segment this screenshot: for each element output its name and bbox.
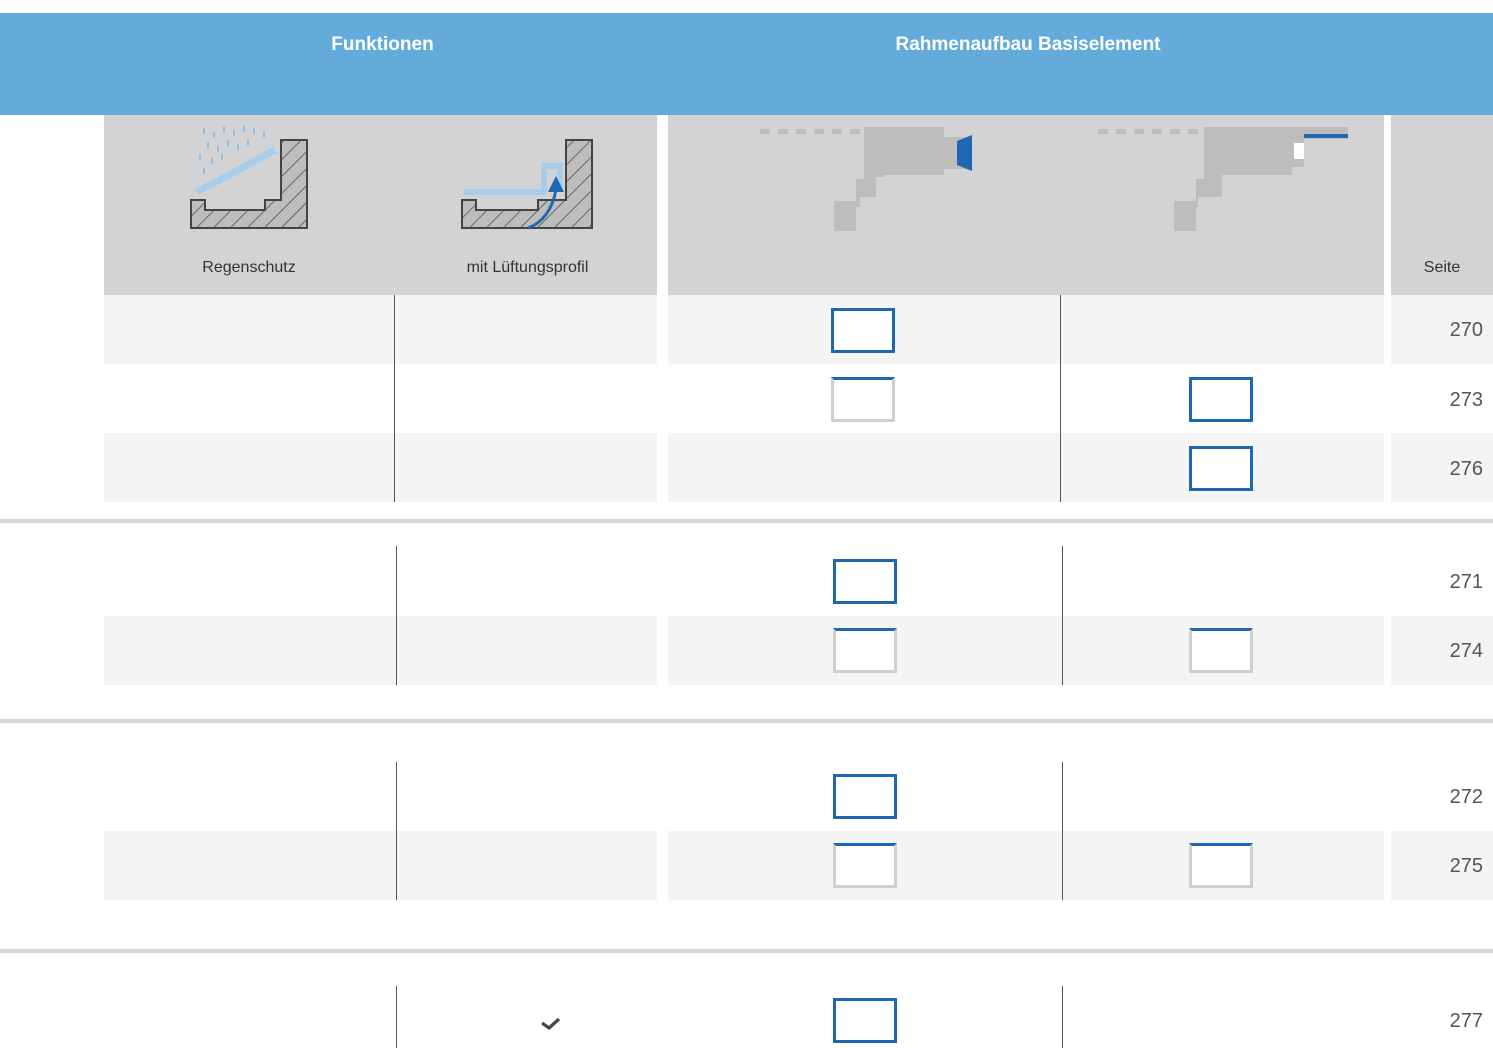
frame-a-marker-full (833, 559, 897, 604)
column-divider (396, 762, 397, 900)
frame-a-marker-partial (831, 377, 895, 422)
frame-header: Rahmenaufbau Basiselement (895, 34, 1161, 55)
table-row-stripe (668, 433, 1384, 502)
frame-b-marker-partial (1189, 628, 1253, 673)
rain-protection-label: Regenschutz (202, 259, 296, 276)
column-divider (394, 295, 395, 502)
functions-header: Funktionen (331, 34, 434, 55)
table-row-stripe (668, 295, 1384, 364)
table-row-stripe (104, 831, 657, 900)
page-number: 276 (1449, 458, 1483, 480)
rain-protection-icon (190, 126, 308, 229)
frame-profile-a-icon (760, 127, 972, 231)
header-band (0, 13, 1493, 115)
frame-a-marker-full (833, 774, 897, 819)
page-column-label: Seite (1423, 259, 1461, 276)
frame-profile-b-icon (1098, 127, 1348, 231)
table-row-stripe (668, 616, 1384, 685)
column-divider (1060, 295, 1061, 502)
frame-b-marker-full (1189, 377, 1253, 422)
page-number: 273 (1449, 389, 1483, 411)
page-number: 277 (1449, 1010, 1483, 1032)
column-divider (1062, 762, 1063, 900)
column-divider (396, 546, 397, 685)
group-separator (0, 719, 1493, 723)
column-divider (1062, 546, 1063, 685)
ventilation-profile-label: mit Lüftungsprofil (466, 259, 589, 276)
page-number: 271 (1449, 571, 1483, 593)
column-divider (396, 986, 397, 1048)
frame-a-marker-partial (833, 843, 897, 888)
table-row-stripe (104, 433, 657, 502)
frame-b-marker-partial (1189, 843, 1253, 888)
table-row-stripe (104, 295, 657, 364)
ventilation-profile-icon (461, 139, 593, 230)
column-divider (1062, 986, 1063, 1048)
frame-b-marker-full (1189, 446, 1253, 491)
page-number: 274 (1449, 640, 1483, 662)
frame-a-marker-full (831, 308, 895, 353)
group-separator (0, 519, 1493, 523)
group-separator (0, 949, 1493, 953)
page-number: 272 (1449, 786, 1483, 808)
checkmark-icon (541, 1017, 561, 1030)
frame-a-marker-partial (833, 628, 897, 673)
table-row-stripe (668, 831, 1384, 900)
page-number: 275 (1449, 855, 1483, 877)
frame-a-marker-full (833, 998, 897, 1043)
table-row-stripe (104, 616, 657, 685)
page-number: 270 (1449, 319, 1483, 341)
